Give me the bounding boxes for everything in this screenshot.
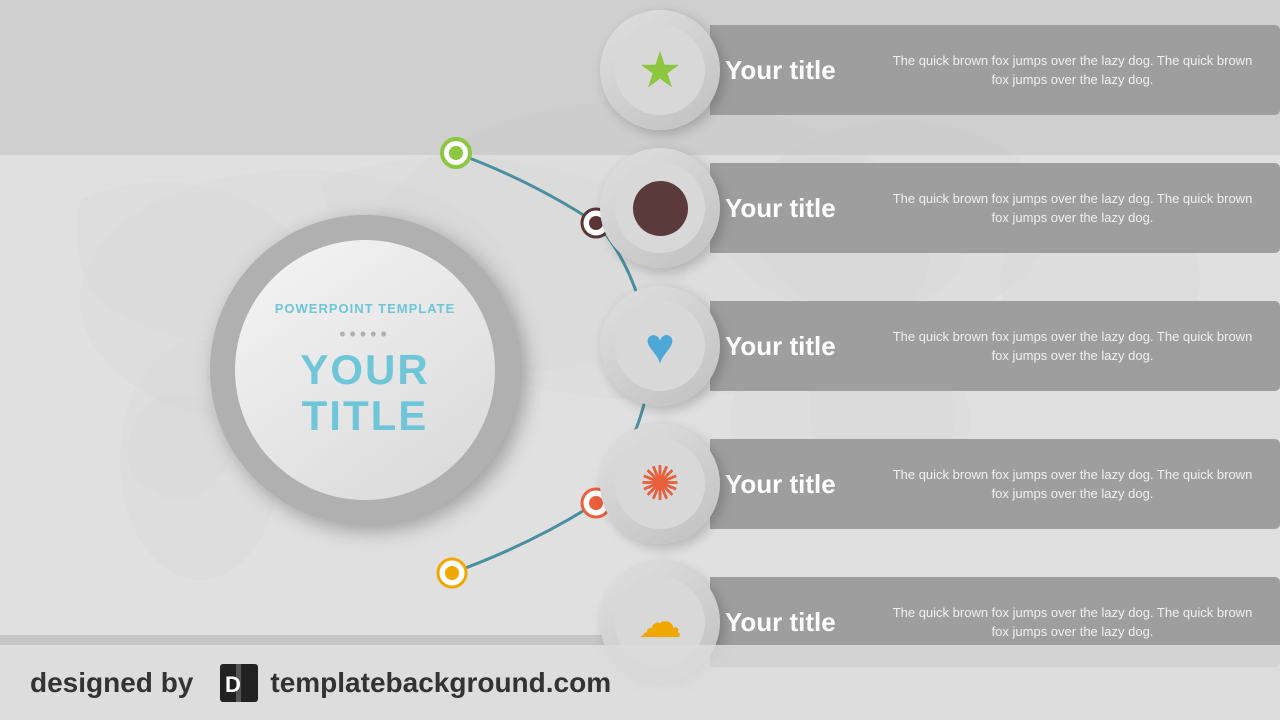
item-content-2: Your title The quick brown fox jumps ove…	[710, 163, 1280, 253]
item-desc-4: The quick brown fox jumps over the lazy …	[885, 465, 1260, 504]
item-desc-2: The quick brown fox jumps over the lazy …	[885, 189, 1260, 228]
item-title-3: Your title	[725, 331, 865, 362]
heart-icon: ♥	[645, 317, 675, 375]
item-desc-1: The quick brown fox jumps over the lazy …	[885, 51, 1260, 90]
item-icon-inner-4: ✺	[615, 439, 705, 529]
item-icon-inner-3: ♥	[615, 301, 705, 391]
footer: designed by D templatebackground.com	[0, 645, 1280, 720]
item-icon-circle-3: ♥	[600, 286, 720, 406]
svg-text:D: D	[225, 672, 241, 697]
sun-icon: ✺	[640, 456, 680, 512]
item-row: Your title The quick brown fox jumps ove…	[600, 148, 1280, 268]
item-title-1: Your title	[725, 55, 865, 86]
item-icon-inner-2	[615, 163, 705, 253]
footer-domain: templatebackground.com	[270, 667, 611, 699]
star-icon: ★	[638, 41, 683, 99]
item-title-2: Your title	[725, 193, 865, 224]
items-container: ★ Your title The quick brown fox jumps o…	[580, 0, 1280, 720]
center-subtitle: POWERPOINT TEMPLATE	[275, 301, 456, 316]
item-icon-circle-2	[600, 148, 720, 268]
item-icon-circle-1: ★	[600, 10, 720, 130]
item-title-4: Your title	[725, 469, 865, 500]
blob-icon: ☁	[638, 597, 682, 648]
item-desc-5: The quick brown fox jumps over the lazy …	[885, 603, 1260, 642]
center-dots: •••••	[339, 324, 391, 345]
center-circle: POWERPOINT TEMPLATE ••••• YOUR TITLE	[210, 215, 520, 525]
main-container: POWERPOINT TEMPLATE ••••• YOUR TITLE ★ Y…	[0, 0, 1280, 720]
item-row: ★ Your title The quick brown fox jumps o…	[600, 10, 1280, 130]
item-content-1: Your title The quick brown fox jumps ove…	[710, 25, 1280, 115]
item-desc-3: The quick brown fox jumps over the lazy …	[885, 327, 1260, 366]
item-row: ✺ Your title The quick brown fox jumps o…	[600, 424, 1280, 544]
office-logo-icon: D	[218, 662, 260, 704]
item-icon-circle-4: ✺	[600, 424, 720, 544]
center-circle-inner: POWERPOINT TEMPLATE ••••• YOUR TITLE	[235, 240, 495, 500]
item-title-5: Your title	[725, 607, 865, 638]
item-content-3: Your title The quick brown fox jumps ove…	[710, 301, 1280, 391]
item-icon-inner-1: ★	[615, 25, 705, 115]
item-content-4: Your title The quick brown fox jumps ove…	[710, 439, 1280, 529]
center-title: YOUR TITLE	[300, 347, 429, 439]
footer-designed-by: designed by	[30, 667, 193, 699]
brown-circle-icon	[633, 181, 688, 236]
item-row: ♥ Your title The quick brown fox jumps o…	[600, 286, 1280, 406]
